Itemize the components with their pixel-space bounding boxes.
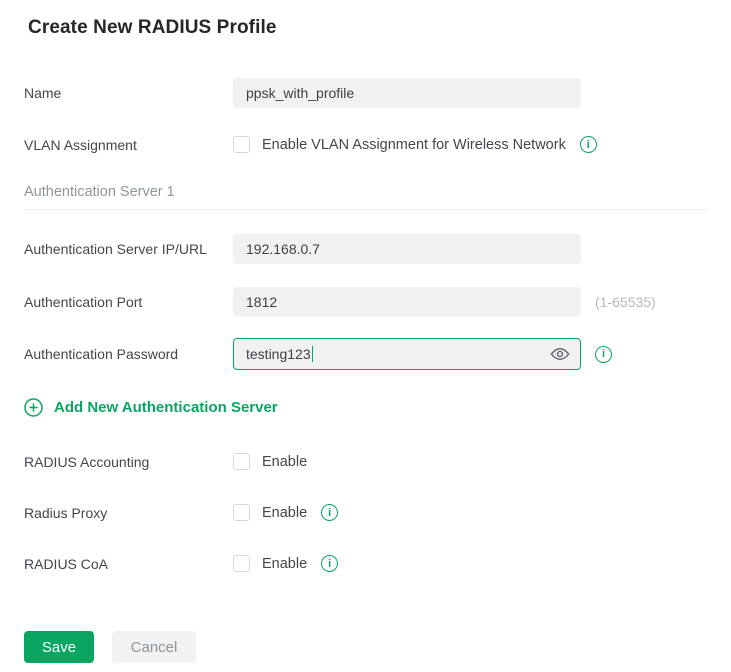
name-label: Name (24, 85, 233, 101)
radius-coa-info-icon[interactable]: i (321, 555, 338, 572)
vlan-enable-checkbox[interactable]: Enable VLAN Assignment for Wireless Netw… (233, 136, 566, 153)
name-input[interactable] (233, 78, 581, 108)
auth-port-row: Authentication Port (1-65535) (24, 287, 707, 317)
auth-password-input[interactable]: testing123 (233, 338, 581, 370)
radius-proxy-checkbox[interactable]: Enable (233, 504, 307, 521)
auth-port-range-hint: (1-65535) (595, 294, 656, 310)
vlan-assignment-label: VLAN Assignment (24, 137, 233, 153)
page-title: Create New RADIUS Profile (28, 17, 707, 39)
radius-accounting-checkbox-label: Enable (262, 454, 307, 470)
radius-accounting-label: RADIUS Accounting (24, 454, 233, 470)
radius-coa-checkbox[interactable]: Enable (233, 555, 307, 572)
vlan-enable-checkbox-label: Enable VLAN Assignment for Wireless Netw… (262, 137, 566, 153)
form-actions: Save Cancel (24, 631, 707, 663)
auth-port-label: Authentication Port (24, 294, 233, 310)
add-auth-server-link[interactable]: Add New Authentication Server (24, 398, 278, 417)
radius-proxy-info-icon[interactable]: i (321, 504, 338, 521)
radius-coa-label: RADIUS CoA (24, 556, 233, 572)
checkbox-icon (233, 136, 250, 153)
auth-server-ip-input[interactable] (233, 234, 581, 264)
cancel-button[interactable]: Cancel (112, 631, 196, 663)
auth-server-ip-label: Authentication Server IP/URL (24, 241, 233, 257)
section-divider (24, 209, 707, 210)
save-button[interactable]: Save (24, 631, 94, 663)
radius-proxy-row: Radius Proxy Enable i (24, 504, 707, 521)
vlan-info-icon[interactable]: i (580, 136, 597, 153)
auth-port-input[interactable] (233, 287, 581, 317)
auth-password-label: Authentication Password (24, 346, 233, 362)
radius-coa-checkbox-label: Enable (262, 556, 307, 572)
add-auth-server-link-label: Add New Authentication Server (54, 399, 278, 416)
text-caret (312, 346, 314, 362)
auth-server-section-title: Authentication Server 1 (24, 184, 707, 200)
checkbox-icon (233, 504, 250, 521)
radius-accounting-checkbox[interactable]: Enable (233, 453, 307, 470)
auth-server-section-header: Authentication Server 1 (24, 184, 707, 210)
auth-password-value: testing123 (246, 346, 311, 362)
radius-proxy-label: Radius Proxy (24, 505, 233, 521)
radius-proxy-checkbox-label: Enable (262, 505, 307, 521)
radius-coa-row: RADIUS CoA Enable i (24, 555, 707, 572)
auth-password-info-icon[interactable]: i (595, 346, 612, 363)
create-radius-profile-page: Create New RADIUS Profile Name VLAN Assi… (0, 0, 731, 672)
name-row: Name (24, 78, 707, 108)
checkbox-icon (233, 453, 250, 470)
vlan-assignment-row: VLAN Assignment Enable VLAN Assignment f… (24, 136, 707, 153)
checkbox-icon (233, 555, 250, 572)
password-visibility-eye-icon[interactable] (549, 345, 571, 363)
radius-accounting-row: RADIUS Accounting Enable (24, 453, 707, 470)
auth-server-ip-row: Authentication Server IP/URL (24, 234, 707, 264)
plus-circle-icon (24, 398, 43, 417)
auth-password-row: Authentication Password testing123 i (24, 338, 707, 370)
